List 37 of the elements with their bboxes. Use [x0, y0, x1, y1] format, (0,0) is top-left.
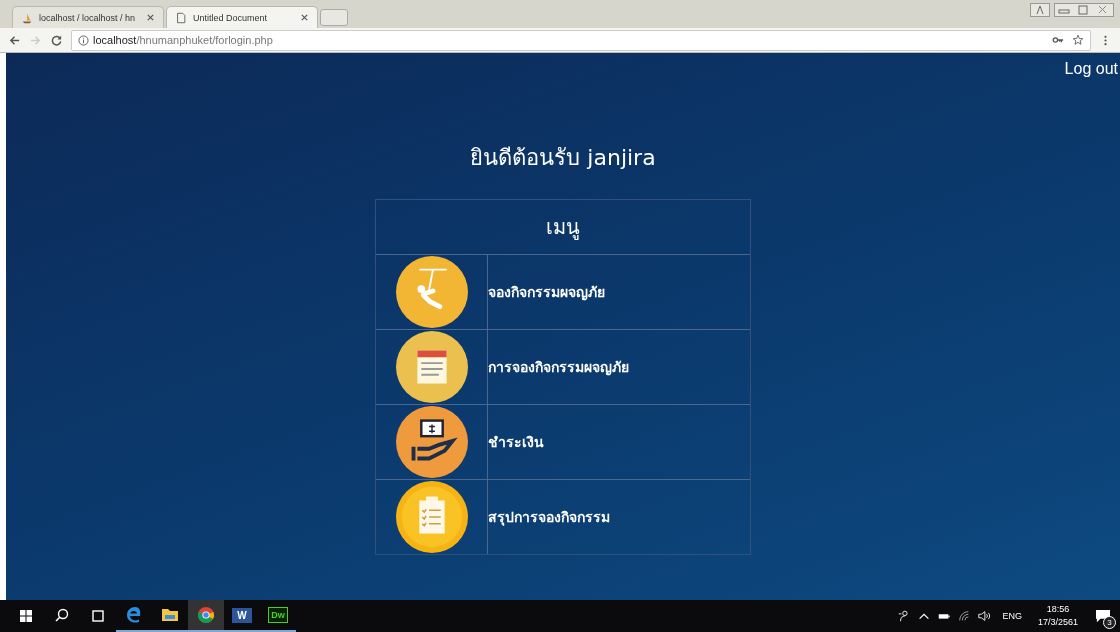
- payment-icon[interactable]: [395, 406, 468, 478]
- notification-button[interactable]: 3: [1086, 600, 1120, 632]
- browser-tab[interactable]: localhost / localhost / hn: [12, 6, 164, 28]
- speaker-icon[interactable]: [977, 609, 992, 623]
- star-icon[interactable]: [1072, 34, 1084, 46]
- address-field[interactable]: localhost/hnumanphuket/forlogin.php: [71, 29, 1091, 51]
- welcome-heading: ยินดีต้อนรับ janjira: [470, 144, 656, 172]
- menu-link[interactable]: การจองกิจกรรมผจญภัย: [488, 356, 629, 378]
- zipline-icon[interactable]: [395, 256, 468, 328]
- message-icon: [1095, 609, 1111, 623]
- taskbar-app[interactable]: Dw: [260, 600, 296, 632]
- document-icon: [175, 11, 187, 24]
- menu-link[interactable]: ชำระเงิน: [488, 431, 544, 453]
- browser-tab[interactable]: Untitled Document: [166, 6, 318, 28]
- tab-title: Untitled Document: [193, 12, 269, 23]
- chrome-icon: [196, 605, 216, 625]
- window-controls-icon[interactable]: [1054, 3, 1114, 17]
- tab-title: localhost / localhost / hn: [39, 12, 137, 23]
- dreamweaver-app-icon: Dw: [268, 607, 288, 623]
- menu-link[interactable]: จองกิจกรรมผจญภัย: [488, 281, 605, 303]
- taskbar-app[interactable]: [188, 600, 224, 632]
- key-icon[interactable]: [1052, 34, 1064, 46]
- word-app-icon: W: [232, 607, 252, 623]
- language-indicator[interactable]: ENG: [1002, 611, 1022, 621]
- clock-date[interactable]: 17/3/2561: [1037, 616, 1078, 629]
- notification-count: 3: [1103, 616, 1116, 629]
- clipboard-icon[interactable]: [395, 481, 468, 553]
- taskbar-app[interactable]: W: [224, 600, 260, 632]
- logout-link[interactable]: Log out: [1064, 60, 1118, 78]
- close-icon[interactable]: [300, 13, 309, 22]
- menu-link[interactable]: สรุปการจองกิจกรรม: [488, 506, 610, 528]
- clock-time[interactable]: 18:56: [1046, 603, 1070, 616]
- info-icon: [78, 34, 89, 46]
- menu-heading: เมนู: [376, 200, 750, 255]
- calendar-icon[interactable]: [395, 331, 468, 403]
- close-icon[interactable]: [146, 13, 155, 22]
- reload-icon[interactable]: [50, 33, 63, 47]
